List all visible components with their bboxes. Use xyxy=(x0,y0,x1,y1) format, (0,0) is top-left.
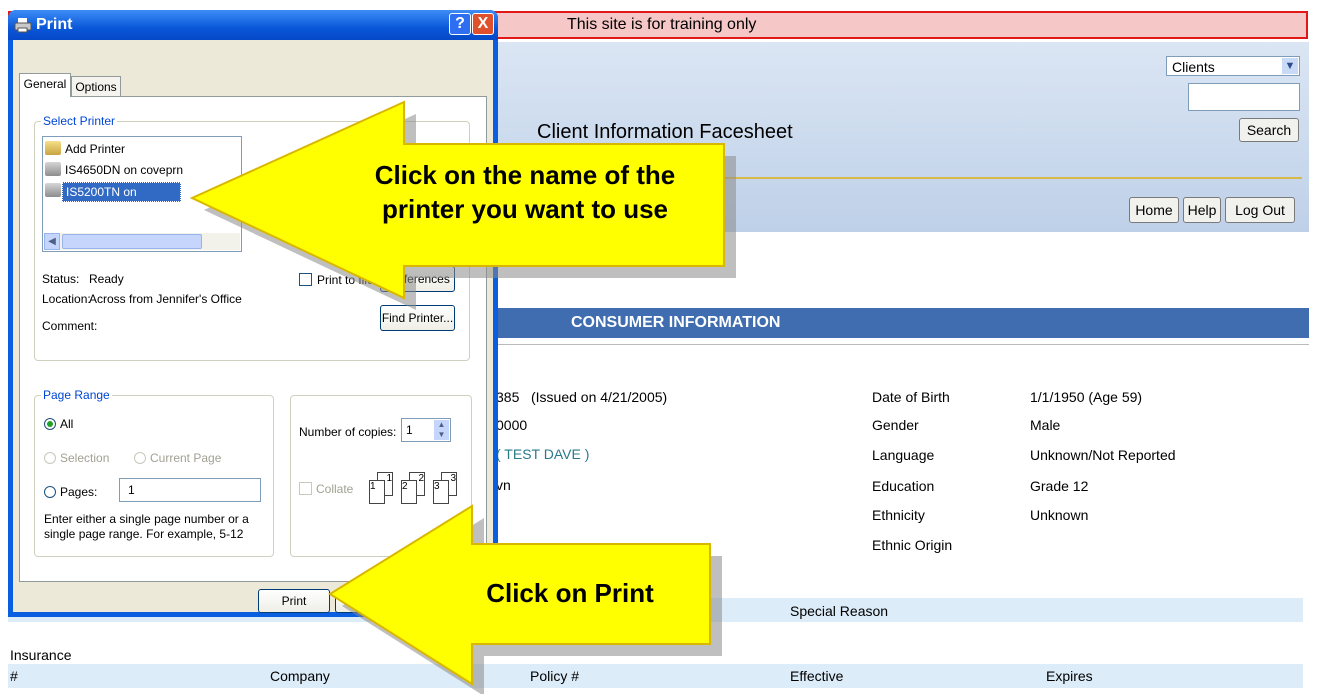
printer-callout-line1: Click on the name of the xyxy=(374,160,676,190)
print-callout-text: Click on Print xyxy=(486,578,654,608)
printer-callout-line2: printer you want to use xyxy=(381,194,669,224)
printer-callout-text: Click on the name of the printer you wan… xyxy=(330,158,720,226)
tab-general[interactable]: General xyxy=(19,73,71,97)
